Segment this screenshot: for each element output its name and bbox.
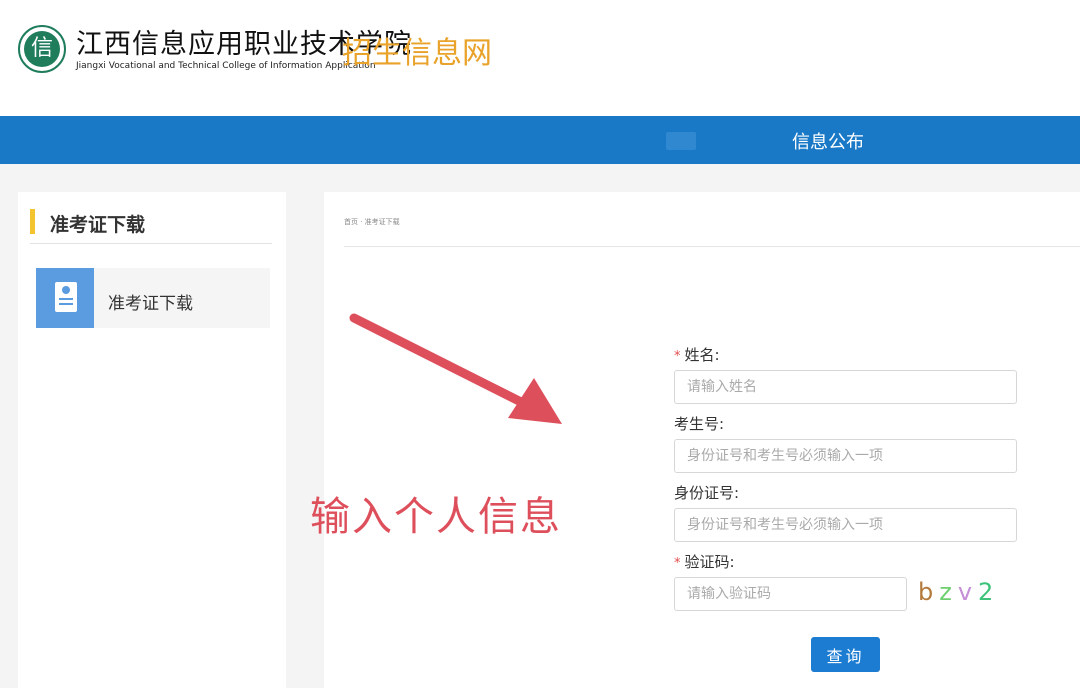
captcha-char: v	[957, 578, 979, 606]
admission-ticket-icon	[36, 268, 94, 328]
captcha-char: b	[918, 578, 940, 606]
college-logo[interactable]: 信	[18, 25, 66, 73]
captcha-char: 2	[978, 578, 1000, 606]
annotation-arrow-icon	[349, 313, 562, 424]
logo-glyph: 信	[24, 31, 60, 67]
name-label-text: 姓名:	[684, 346, 720, 364]
captcha-char: z	[939, 578, 958, 606]
sidebar	[18, 192, 286, 688]
annotation-text: 输入个人信息	[310, 494, 562, 540]
main-nav	[0, 116, 1080, 164]
main-divider	[344, 246, 1080, 247]
site-name: 招生信息网	[342, 36, 492, 71]
sidebar-title-accent	[30, 209, 35, 234]
required-mark: *	[674, 349, 681, 364]
captcha-label-text: 验证码:	[684, 553, 735, 571]
name-input[interactable]	[674, 370, 1017, 404]
required-mark: *	[674, 556, 681, 571]
nav-item-faded[interactable]	[666, 132, 696, 150]
exam-no-label: 考生号:	[674, 415, 725, 433]
nav-item-info[interactable]: 信息公布	[792, 128, 864, 154]
sidebar-divider	[30, 243, 272, 244]
college-name-en: Jiangxi Vocational and Technical College…	[76, 61, 376, 71]
breadcrumb[interactable]: 首页 · 准考证下载	[344, 217, 400, 227]
captcha-input[interactable]	[674, 577, 907, 611]
sidebar-item-label[interactable]: 准考证下载	[108, 289, 193, 314]
exam-no-input[interactable]	[674, 439, 1017, 473]
captcha-image[interactable]: bzv2	[918, 578, 999, 606]
name-label: * 姓名:	[674, 344, 720, 365]
id-no-input[interactable]	[674, 508, 1017, 542]
id-no-label: 身份证号:	[674, 484, 740, 502]
query-button[interactable]: 查询	[811, 637, 880, 672]
captcha-label: * 验证码:	[674, 551, 735, 572]
sidebar-title: 准考证下载	[50, 214, 146, 236]
